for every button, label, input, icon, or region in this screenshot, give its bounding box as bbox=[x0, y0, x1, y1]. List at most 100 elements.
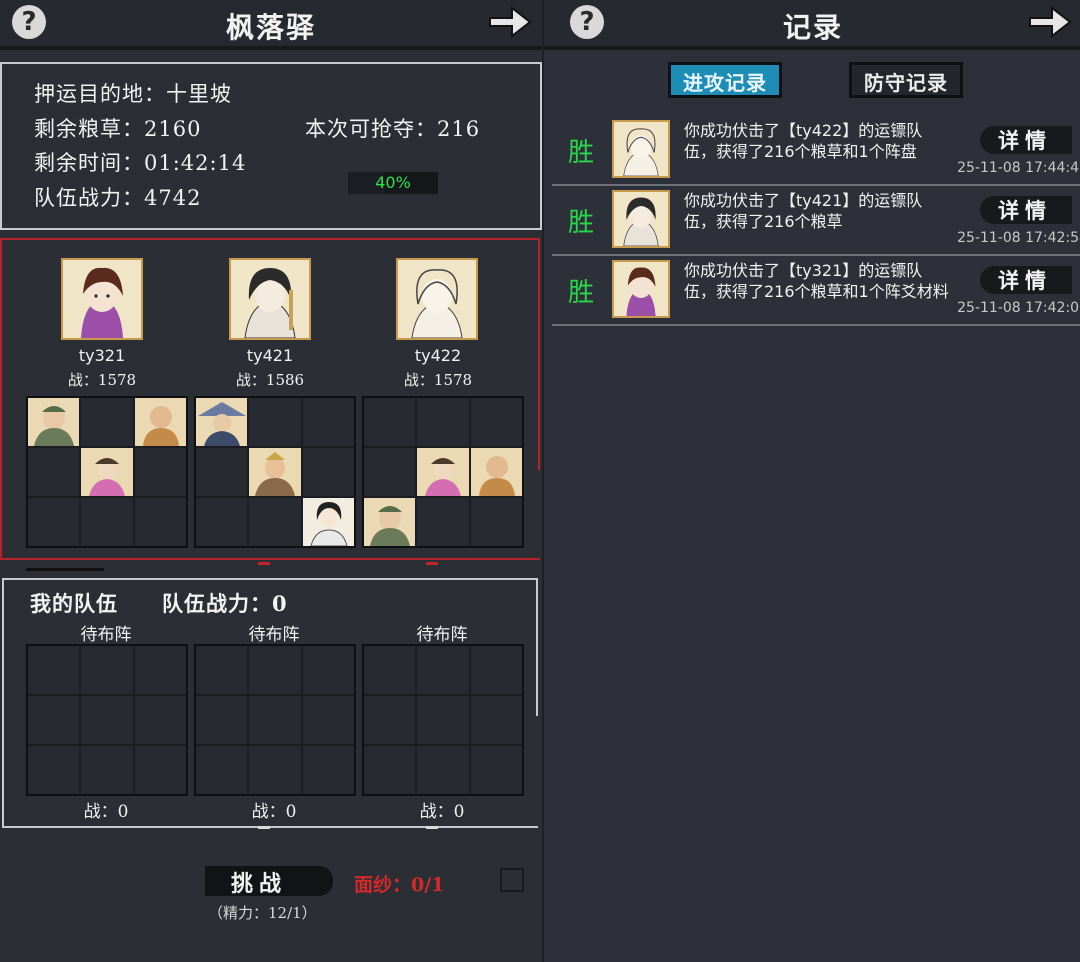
formation-slot bbox=[470, 498, 522, 546]
veil-checkbox[interactable] bbox=[500, 868, 524, 892]
record-detail-button[interactable]: 详情 bbox=[980, 196, 1072, 224]
formation-slot[interactable] bbox=[417, 746, 469, 794]
enemy-portrait[interactable] bbox=[396, 258, 478, 340]
formation-slot[interactable] bbox=[81, 646, 133, 694]
record-row: 胜 你成功伏击了【ty421】的运镖队伍，获得了216个粮草 详情 25-11-… bbox=[552, 186, 1080, 256]
arrow-right-icon[interactable] bbox=[486, 2, 532, 42]
formation-slot bbox=[249, 398, 301, 446]
formation-unit[interactable] bbox=[134, 398, 186, 446]
destination-text: 押运目的地：十里坡 bbox=[34, 82, 232, 106]
formation-slot[interactable] bbox=[417, 646, 469, 694]
enemy-box-edge bbox=[538, 238, 540, 470]
formation-unit[interactable] bbox=[196, 398, 248, 446]
energy-text: （精力：12/1） bbox=[208, 904, 317, 922]
slot-power: 战：0 bbox=[251, 802, 297, 822]
formation-slot[interactable] bbox=[364, 746, 416, 794]
tab-defense-records[interactable]: 防守记录 bbox=[849, 62, 963, 98]
arrow-right-icon[interactable] bbox=[1026, 2, 1072, 42]
record-message: 你成功伏击了【ty321】的运镖队伍，获得了216个粮草和1个阵爻材料 bbox=[684, 261, 949, 301]
formation-slot[interactable] bbox=[364, 696, 416, 744]
record-time: 25-11-08 17:42:54 bbox=[957, 230, 1080, 246]
formation-slot[interactable] bbox=[249, 696, 301, 744]
records-title: 记录 bbox=[782, 11, 843, 44]
formation-slot[interactable] bbox=[81, 696, 133, 744]
formation-slot[interactable] bbox=[196, 746, 248, 794]
formation-slot bbox=[302, 448, 354, 496]
formation-slot bbox=[417, 398, 469, 446]
slot-hp-bar bbox=[426, 826, 438, 829]
record-detail-label: 详情 bbox=[998, 198, 1052, 223]
formation-unit[interactable] bbox=[417, 448, 469, 496]
record-row: 胜 你成功伏击了【ty321】的运镖队伍，获得了216个粮草和1个阵爻材料 详情… bbox=[552, 256, 1080, 326]
my-team-power: 队伍战力：0 bbox=[162, 591, 288, 616]
formation-slot bbox=[81, 498, 133, 546]
formation-slot[interactable] bbox=[417, 696, 469, 744]
my-formation-grid[interactable] bbox=[194, 644, 356, 796]
enemy-portrait[interactable] bbox=[61, 258, 143, 340]
formation-slot bbox=[364, 448, 416, 496]
formation-slot bbox=[417, 498, 469, 546]
grain-left-text: 剩余粮草：2160 bbox=[34, 117, 202, 141]
slot-status: 待布阵 bbox=[80, 625, 132, 645]
formation-unit[interactable] bbox=[28, 398, 80, 446]
formation-slot bbox=[81, 398, 133, 446]
progress-label: 40% bbox=[375, 173, 411, 192]
formation-slot[interactable] bbox=[470, 746, 522, 794]
formation-slot[interactable] bbox=[249, 746, 301, 794]
records-header: ? 记录 bbox=[544, 0, 1080, 50]
formation-unit[interactable] bbox=[470, 448, 522, 496]
formation-slot[interactable] bbox=[134, 696, 186, 744]
station-title: 枫落驿 bbox=[225, 11, 316, 44]
formation-slot[interactable] bbox=[28, 746, 80, 794]
formation-slot bbox=[196, 498, 248, 546]
formation-unit[interactable] bbox=[364, 498, 416, 546]
formation-slot[interactable] bbox=[302, 746, 354, 794]
formation-slot bbox=[302, 398, 354, 446]
formation-unit[interactable] bbox=[81, 448, 133, 496]
escort-panel: ? 枫落驿 押运目的地：十里坡 剩余粮草：2160 剩余时间：01:42:14 … bbox=[0, 0, 542, 962]
plunder-text: 本次可抢夺：216 bbox=[305, 117, 481, 141]
enemy-name: ty421 bbox=[246, 346, 294, 365]
formation-slot[interactable] bbox=[28, 696, 80, 744]
record-time: 25-11-08 17:44:49 bbox=[957, 160, 1080, 176]
enemy-hp-bar bbox=[258, 562, 270, 565]
formation-slot[interactable] bbox=[134, 646, 186, 694]
formation-slot[interactable] bbox=[81, 746, 133, 794]
formation-slot[interactable] bbox=[196, 696, 248, 744]
enemy-power: 战：1578 bbox=[67, 371, 137, 389]
my-team-title: 我的队伍 bbox=[30, 591, 118, 616]
challenge-label: 挑战 bbox=[231, 871, 288, 897]
formation-slot[interactable] bbox=[28, 646, 80, 694]
record-detail-button[interactable]: 详情 bbox=[980, 126, 1072, 154]
record-result: 胜 bbox=[568, 278, 595, 308]
my-formation-grid[interactable] bbox=[362, 644, 524, 796]
formation-slot bbox=[134, 448, 186, 496]
slot-status: 待布阵 bbox=[416, 625, 468, 645]
formation-slot[interactable] bbox=[470, 696, 522, 744]
enemy-portrait[interactable] bbox=[229, 258, 311, 340]
formation-slot bbox=[28, 498, 80, 546]
slot-status: 待布阵 bbox=[248, 625, 300, 645]
formation-slot[interactable] bbox=[249, 646, 301, 694]
formation-slot[interactable] bbox=[134, 746, 186, 794]
formation-slot[interactable] bbox=[302, 696, 354, 744]
challenge-button[interactable]: 挑战 bbox=[205, 866, 333, 897]
my-team-box-edge bbox=[536, 578, 538, 716]
record-detail-button[interactable]: 详情 bbox=[980, 266, 1072, 294]
formation-unit[interactable] bbox=[302, 498, 354, 546]
formation-slot[interactable] bbox=[302, 646, 354, 694]
formation-slot[interactable] bbox=[364, 646, 416, 694]
formation-unit[interactable] bbox=[249, 448, 301, 496]
tab-attack-records[interactable]: 进攻记录 bbox=[668, 62, 782, 98]
formation-slot bbox=[28, 448, 80, 496]
slot-power: 战：0 bbox=[83, 802, 129, 822]
my-formation-grid[interactable] bbox=[26, 644, 188, 796]
formation-slot bbox=[134, 498, 186, 546]
record-avatar bbox=[612, 120, 670, 178]
team-power-text: 队伍战力：4742 bbox=[34, 186, 202, 210]
formation-slot[interactable] bbox=[196, 646, 248, 694]
enemy-hp-bar bbox=[26, 568, 104, 571]
record-result: 胜 bbox=[568, 138, 595, 168]
enemy-formation-grid bbox=[194, 396, 356, 548]
formation-slot[interactable] bbox=[470, 646, 522, 694]
